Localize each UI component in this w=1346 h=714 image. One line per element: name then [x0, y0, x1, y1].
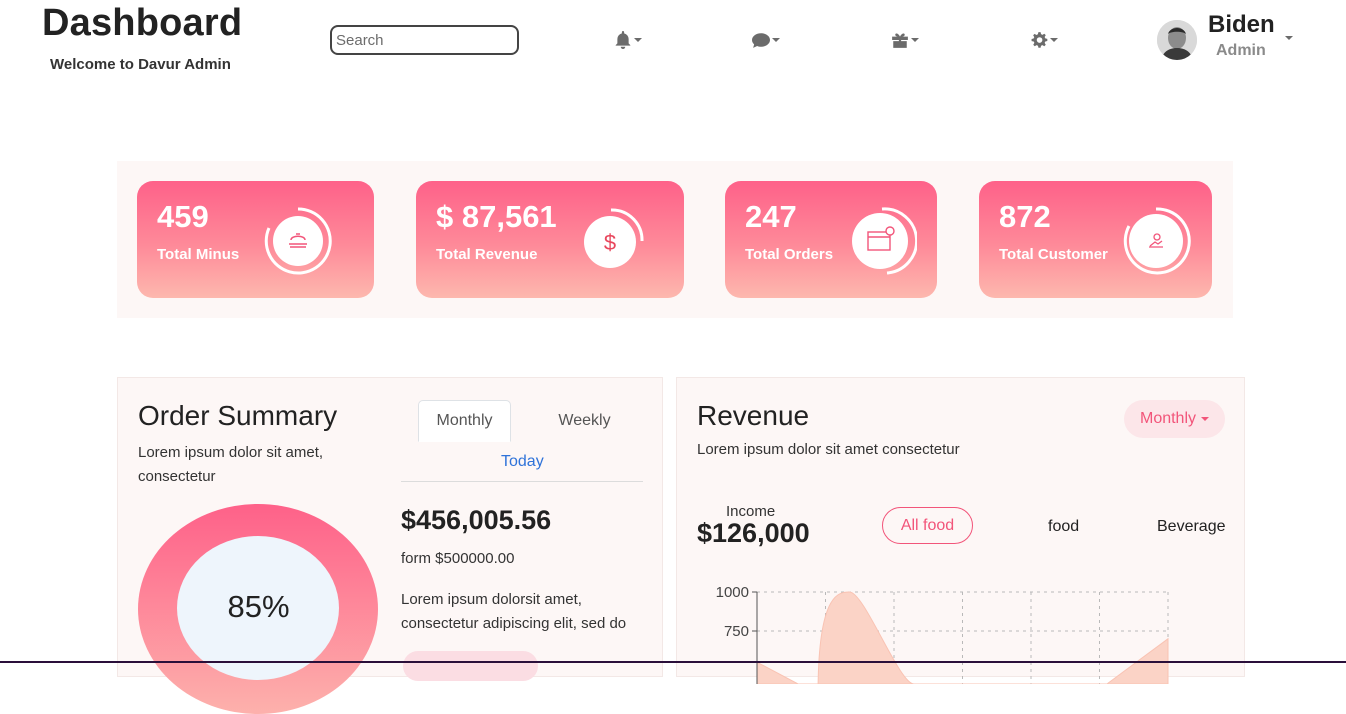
order-summary-paragraph: Lorem ipsum dolorsit amet, consectetur a… — [401, 591, 627, 632]
stat-card-orders[interactable]: 247 Total Orders — [725, 181, 937, 298]
progress-percentage: 85% — [227, 589, 290, 624]
stat-label: Total Revenue — [436, 246, 538, 263]
chevron-down-icon — [1050, 38, 1058, 42]
page-subtitle: Welcome to Davur Admin — [50, 56, 231, 73]
order-summary-panel: Order Summary Lorem ipsum dolor sit amet… — [117, 377, 663, 714]
stat-value: 872 — [999, 199, 1051, 234]
revenue-chart: 1000 750 — [716, 584, 1169, 684]
filter-beverage[interactable]: Beverage — [1157, 518, 1226, 536]
chevron-down-icon — [1201, 417, 1210, 421]
gift-icon — [892, 33, 908, 48]
revenue-period-dropdown[interactable]: Monthly — [1124, 400, 1225, 438]
gear-icon — [1031, 32, 1048, 48]
revenue-title: Revenue — [697, 400, 810, 431]
stat-value: 247 — [745, 199, 797, 234]
customer-icon — [1123, 207, 1191, 275]
avatar[interactable] — [1157, 20, 1197, 60]
search-input[interactable] — [330, 25, 519, 55]
orders-icon — [852, 207, 917, 275]
stat-card-revenue[interactable]: $ 87,561 Total Revenue $ — [416, 181, 684, 298]
svg-text:$: $ — [604, 230, 616, 255]
notifications-dropdown[interactable] — [614, 28, 642, 52]
order-summary-description: Lorem ipsum dolor sit amet, consectetur — [138, 444, 324, 485]
stat-card-customers[interactable]: 872 Total Customer — [979, 181, 1212, 298]
stat-card-menus[interactable]: 459 Total Minus — [137, 181, 374, 298]
filter-all-food[interactable]: All food — [882, 507, 973, 544]
stat-value: $ 87,561 — [436, 199, 557, 234]
today-link[interactable]: Today — [501, 453, 544, 471]
revenue-panel: Revenue Lorem ipsum dolor sit amet conse… — [676, 377, 1245, 684]
food-icon — [264, 207, 332, 275]
user-role: Admin — [1216, 42, 1266, 59]
y-tick-label: 750 — [724, 623, 749, 640]
page-title: Dashboard — [42, 2, 243, 44]
revenue-description: Lorem ipsum dolor sit amet consectetur — [697, 441, 960, 458]
chevron-down-icon — [1285, 36, 1293, 40]
chevron-down-icon — [634, 38, 642, 42]
gifts-dropdown[interactable] — [891, 28, 919, 52]
tab-weekly[interactable]: Weekly — [538, 400, 631, 442]
user-photo-icon — [1157, 20, 1197, 60]
chat-icon — [752, 33, 770, 48]
bell-icon — [615, 31, 631, 49]
order-amount: $456,005.56 — [401, 505, 552, 535]
stat-label: Total Orders — [745, 246, 834, 263]
income-value: $126,000 — [697, 518, 810, 548]
revenue-period-label: Monthly — [1139, 410, 1197, 427]
dollar-icon: $ — [584, 208, 644, 268]
y-tick-label: 1000 — [716, 584, 749, 601]
order-amount-target: form $500000.00 — [401, 550, 515, 567]
settings-dropdown[interactable] — [1030, 28, 1058, 52]
chevron-down-icon — [772, 38, 780, 42]
stat-value: 459 — [157, 199, 209, 234]
user-menu-toggle[interactable] — [1285, 36, 1293, 40]
stat-label: Total Minus — [157, 246, 240, 263]
more-details-button[interactable] — [403, 651, 538, 681]
divider — [401, 481, 643, 482]
tab-monthly[interactable]: Monthly — [418, 400, 511, 442]
messages-dropdown[interactable] — [752, 28, 780, 52]
user-name[interactable]: Biden — [1208, 11, 1275, 39]
filter-food[interactable]: food — [1048, 518, 1079, 536]
stat-label: Total Customer — [999, 246, 1108, 263]
chevron-down-icon — [911, 38, 919, 42]
order-summary-title: Order Summary — [138, 400, 338, 431]
